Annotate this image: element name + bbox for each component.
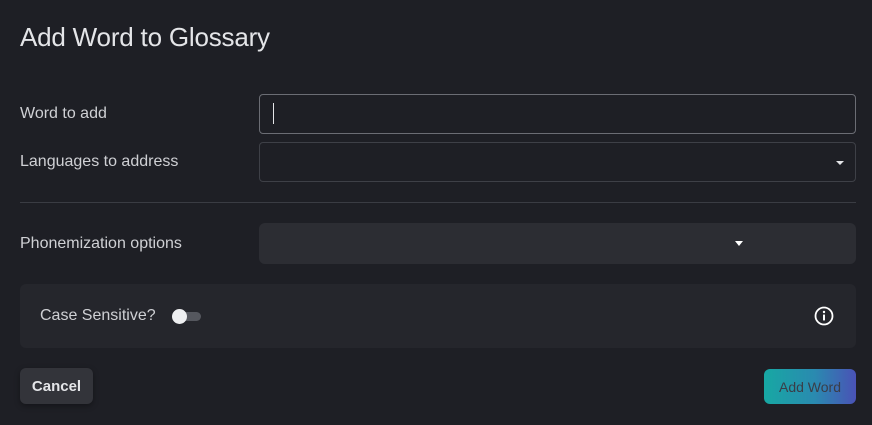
toggle-thumb: [172, 309, 187, 324]
info-icon[interactable]: [814, 306, 834, 326]
case-sensitive-label: Case Sensitive?: [40, 307, 156, 324]
word-to-add-input[interactable]: [259, 94, 856, 134]
dialog-title: Add Word to Glossary: [20, 22, 270, 52]
add-word-dialog: Add Word to Glossary Word to add Languag…: [0, 0, 872, 425]
text-caret: [273, 103, 274, 124]
chevron-down-icon: [836, 161, 844, 165]
case-sensitive-toggle[interactable]: [172, 309, 201, 324]
add-word-button[interactable]: Add Word: [764, 369, 856, 404]
word-to-add-label: Word to add: [20, 105, 107, 122]
phonemization-select[interactable]: [259, 223, 856, 264]
divider: [20, 202, 856, 203]
case-sensitive-panel: Case Sensitive?: [20, 284, 856, 348]
phonemization-label: Phonemization options: [20, 235, 182, 252]
languages-select[interactable]: [259, 142, 856, 182]
chevron-down-icon: [735, 241, 743, 246]
cancel-button[interactable]: Cancel: [20, 368, 93, 404]
languages-label: Languages to address: [20, 153, 179, 170]
